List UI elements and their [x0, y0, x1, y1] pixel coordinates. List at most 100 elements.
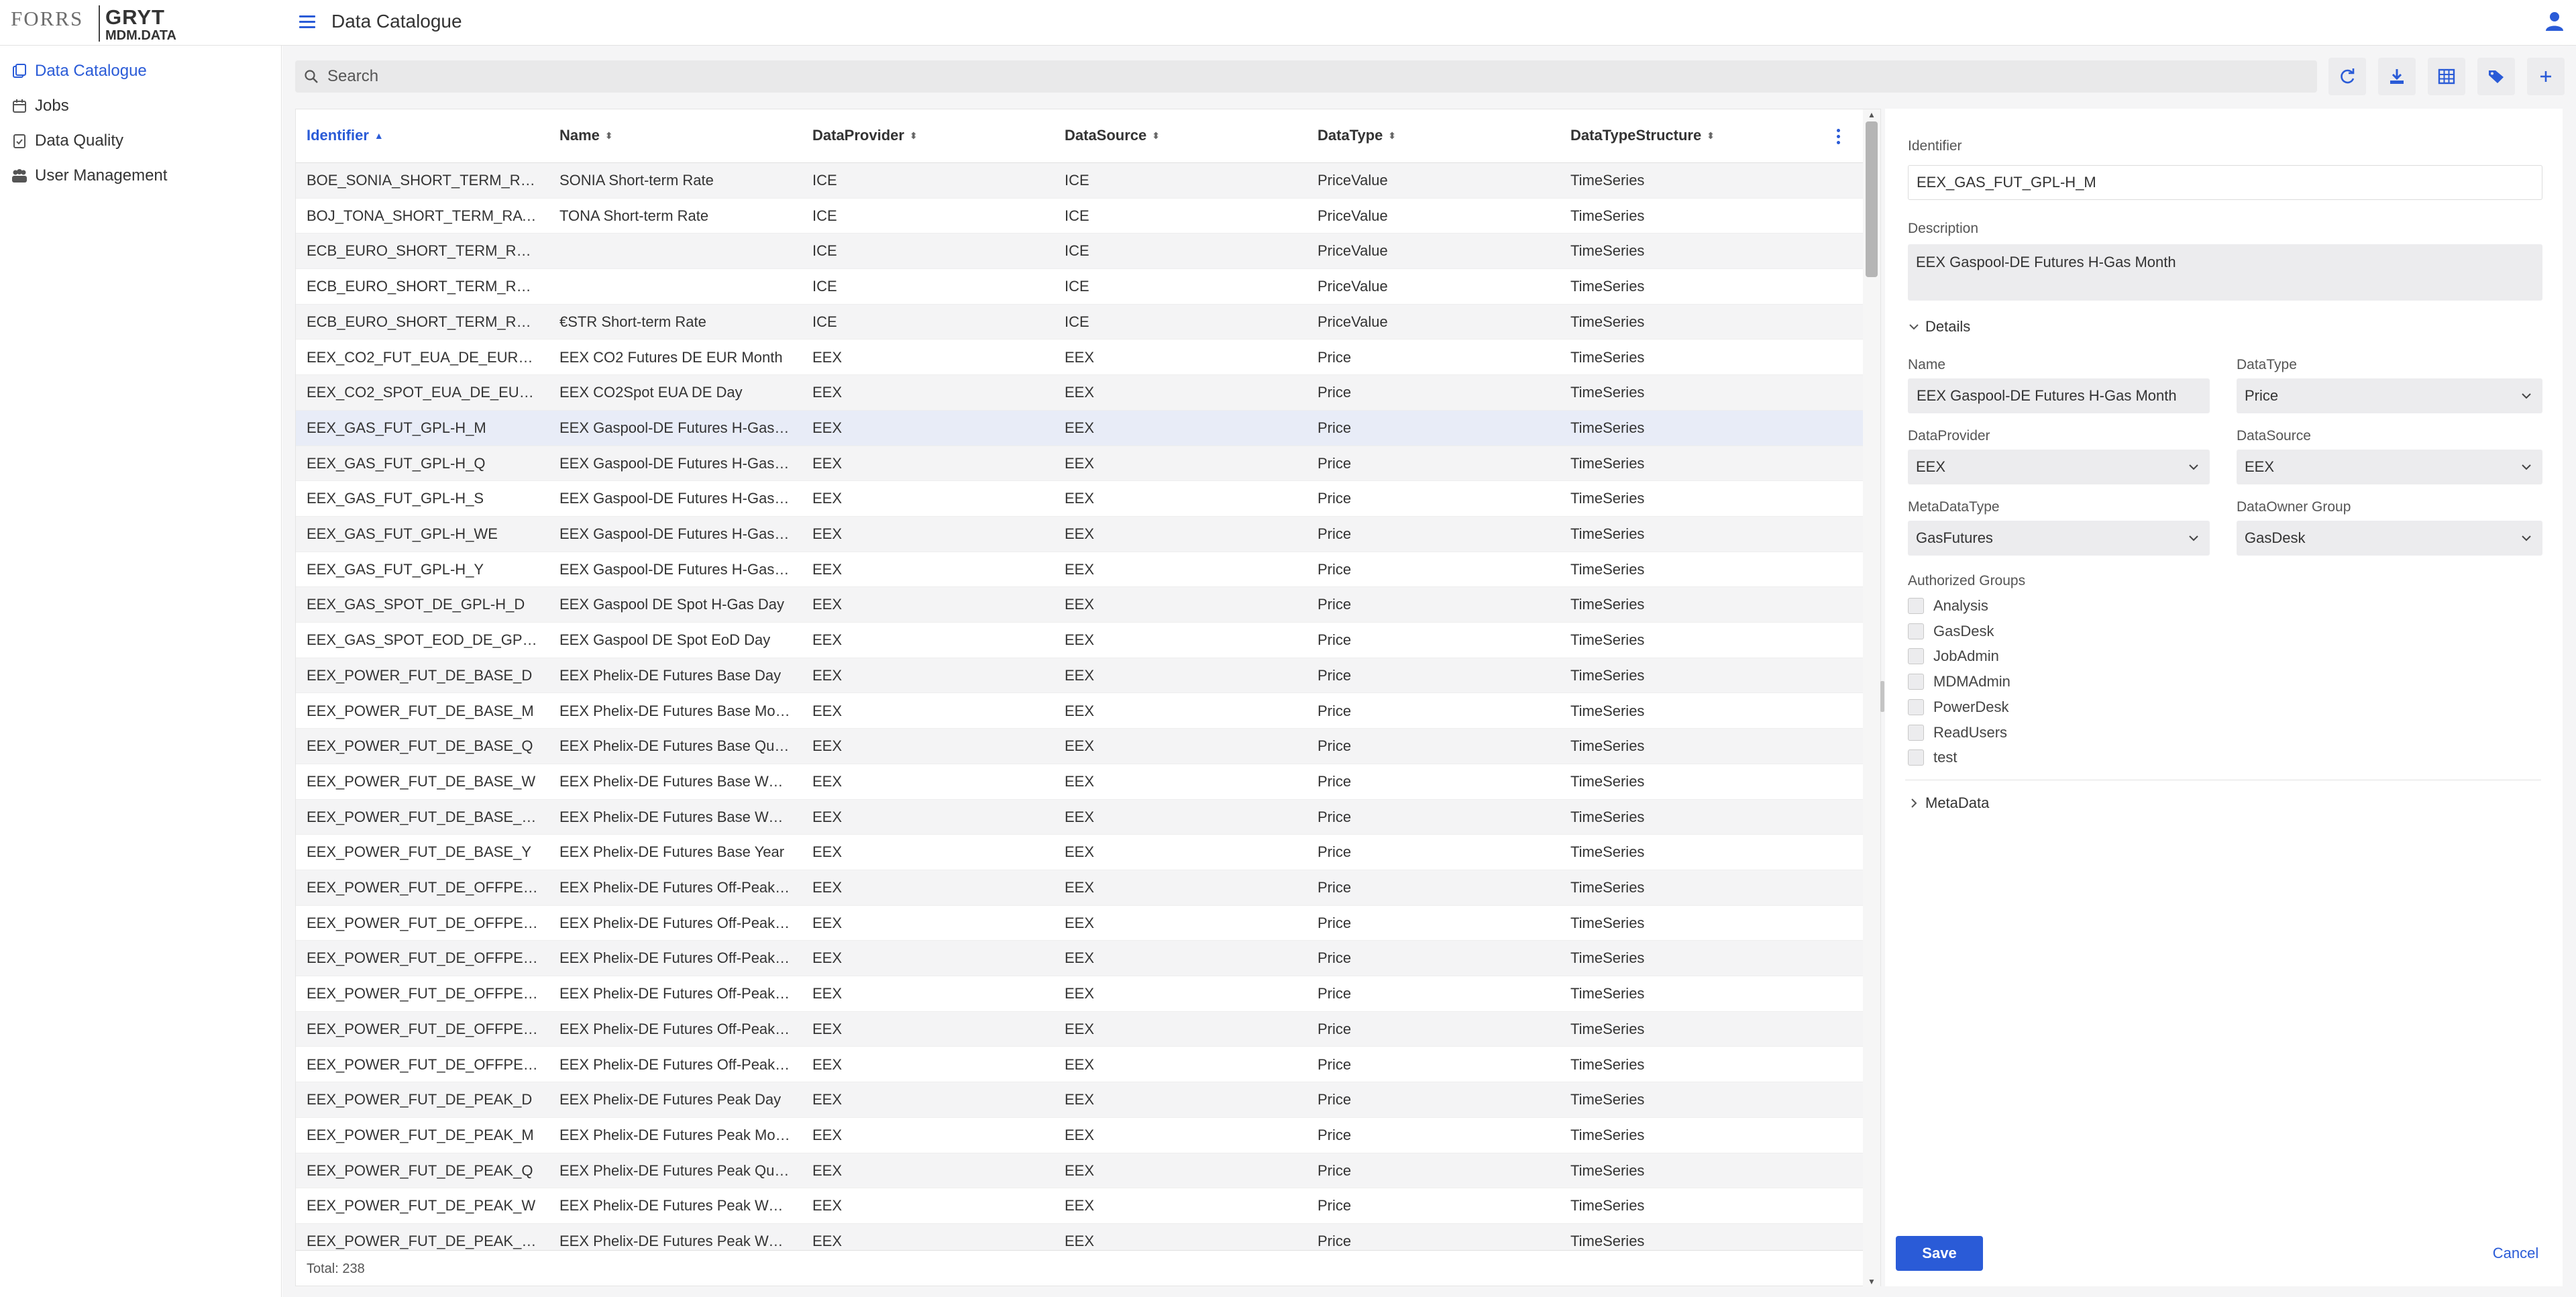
group-checkbox-row[interactable]: PowerDesk — [1908, 698, 2008, 716]
datatype-value: Price — [2245, 387, 2279, 404]
metadata-section-toggle[interactable]: MetaData — [1908, 794, 1989, 812]
table-row[interactable]: EEX_GAS_FUT_GPL-H_Y EEX Gaspool-DE Future… — [296, 552, 1863, 588]
hamburger-menu-icon[interactable] — [297, 12, 318, 34]
column-header-datatype[interactable]: DataType ⬍ — [1318, 127, 1396, 144]
checkbox[interactable] — [1908, 749, 1924, 766]
table-row[interactable]: EEX_POWER_FUT_DE_BASE_W EEX Phelix-DE Fut… — [296, 764, 1863, 800]
chevron-down-icon — [2522, 464, 2531, 470]
table-row[interactable]: EEX_POWER_FUT_DE_OFFPEAK_… EEX Phelix-DE … — [296, 1011, 1863, 1047]
group-checkbox-row[interactable]: ReadUsers — [1908, 724, 2007, 741]
table-row[interactable]: EEX_GAS_FUT_GPL-H_WE EEX Gaspool-DE Futur… — [296, 517, 1863, 552]
table-row[interactable]: EEX_POWER_FUT_DE_BASE_D EEX Phelix-DE Fut… — [296, 658, 1863, 694]
cell-identifier: EEX_POWER_FUT_DE_BASE_Q — [307, 737, 533, 755]
calendar-icon — [9, 96, 30, 116]
name-field[interactable]: EEX Gaspool-DE Futures H-Gas Month — [1908, 378, 2210, 413]
grid-view-button[interactable] — [2428, 58, 2465, 95]
table-row[interactable]: EEX_POWER_FUT_DE_BASE_Y EEX Phelix-DE Fut… — [296, 835, 1863, 870]
cell-datasource: ICE — [1065, 278, 1089, 295]
cell-dataprovider: EEX — [812, 348, 843, 366]
add-button[interactable] — [2527, 58, 2565, 95]
table-row[interactable]: EEX_POWER_FUT_DE_BASE_Q EEX Phelix-DE Fut… — [296, 729, 1863, 764]
group-checkbox-row[interactable]: JobAdmin — [1908, 647, 1999, 665]
cell-dataprovider: ICE — [812, 313, 837, 330]
column-header-datasource[interactable]: DataSource ⬍ — [1065, 127, 1160, 144]
checkbox[interactable] — [1908, 648, 1924, 665]
cell-datatype: Price — [1318, 384, 1352, 401]
sidebar-item-label: Data Catalogue — [35, 62, 147, 80]
cell-identifier: EEX_GAS_SPOT_DE_GPL-H_D — [307, 596, 525, 613]
table-row[interactable]: ECB_EURO_SHORT_TERM_RATE_… ICE ICE PriceVal… — [296, 269, 1863, 305]
checkbox[interactable] — [1908, 698, 1924, 715]
checkbox[interactable] — [1908, 598, 1924, 614]
group-checkbox-row[interactable]: MDMAdmin — [1908, 673, 2010, 690]
description-field[interactable]: EEX Gaspool-DE Futures H-Gas Month — [1908, 244, 2542, 301]
column-options-icon[interactable] — [1829, 124, 1847, 148]
table-row[interactable]: EEX_POWER_FUT_DE_PEAK_M EEX Phelix-DE Fut… — [296, 1118, 1863, 1153]
table-row[interactable]: BOJ_TONA_SHORT_TERM_RATE_D TONA Short-ter… — [296, 199, 1863, 234]
sidebar-item-jobs[interactable]: Jobs — [9, 93, 69, 119]
table-row[interactable]: EEX_POWER_FUT_DE_PEAK_D EEX Phelix-DE Fut… — [296, 1082, 1863, 1118]
column-header-identifier[interactable]: Identifier ▲ — [307, 127, 384, 144]
column-header-datatypestructure[interactable]: DataTypeStructure ⬍ — [1570, 127, 1715, 144]
table-row[interactable]: EEX_POWER_FUT_DE_PEAK_W EEX Phelix-DE Fut… — [296, 1188, 1863, 1224]
metadatatype-select[interactable]: GasFutures — [1908, 521, 2210, 556]
table-row[interactable]: EEX_POWER_FUT_DE_PEAK_Q EEX Phelix-DE Fut… — [296, 1153, 1863, 1189]
panel-resize-handle[interactable] — [1880, 681, 1884, 712]
table-row[interactable]: EEX_CO2_SPOT_EUA_DE_EUR_t_D EEX CO2Spot E… — [296, 375, 1863, 411]
table-row[interactable]: BOE_SONIA_SHORT_TERM_RAT… SONIA Short-ter… — [296, 163, 1863, 199]
refresh-button[interactable] — [2328, 58, 2366, 95]
cancel-button[interactable]: Cancel — [2482, 1236, 2549, 1271]
group-checkbox-row[interactable]: test — [1908, 749, 1957, 766]
details-section-toggle[interactable]: Details — [1908, 318, 1970, 335]
datasource-label: DataSource — [2237, 428, 2311, 444]
table-row[interactable]: EEX_CO2_FUT_EUA_DE_EUR_t_M EEX CO2 Future… — [296, 340, 1863, 376]
search-input[interactable] — [327, 67, 2273, 86]
table-row[interactable]: EEX_POWER_FUT_DE_OFFPEAK_W EEX Phelix-DE … — [296, 976, 1863, 1012]
table-row[interactable]: EEX_POWER_FUT_DE_OFFPEAK_Y EEX Phelix-DE … — [296, 1047, 1863, 1083]
checkbox[interactable] — [1908, 623, 1924, 639]
column-header-name[interactable]: Name ⬍ — [559, 127, 613, 144]
cell-identifier: BOE_SONIA_SHORT_TERM_RAT… — [307, 172, 538, 189]
table-row[interactable]: EEX_POWER_FUT_DE_OFFPEAK_D EEX Phelix-DE … — [296, 870, 1863, 906]
table-row[interactable]: EEX_POWER_FUT_DE_OFFPEAK_Q EEX Phelix-DE … — [296, 941, 1863, 977]
download-button[interactable] — [2378, 58, 2416, 95]
datatype-select[interactable]: Price — [2237, 378, 2542, 413]
tag-button[interactable] — [2477, 58, 2515, 95]
dataowner-select[interactable]: GasDesk — [2237, 521, 2542, 556]
column-header-dataprovider[interactable]: DataProvider ⬍ — [812, 127, 918, 144]
group-checkbox-row[interactable]: GasDesk — [1908, 623, 1994, 640]
checkbox[interactable] — [1908, 724, 1924, 741]
table-row[interactable]: ECB_EURO_SHORT_TERM_RATE_… ICE ICE PriceVal… — [296, 234, 1863, 270]
scrollbar-thumb[interactable] — [1866, 121, 1878, 277]
table-row[interactable]: EEX_GAS_FUT_GPL-H_M EEX Gaspool-DE Future… — [296, 410, 1863, 446]
cell-datasource: EEX — [1065, 419, 1095, 436]
sidebar-item-data-quality[interactable]: Data Quality — [9, 127, 123, 154]
sidebar-item-data-catalogue[interactable]: Data Catalogue — [9, 58, 147, 85]
cell-datatype: Price — [1318, 1126, 1352, 1143]
table-row[interactable]: EEX_POWER_FUT_DE_PEAK_WE EEX Phelix-DE Fu… — [296, 1224, 1863, 1250]
scroll-up-icon[interactable]: ▲ — [1867, 111, 1876, 119]
table-row[interactable]: ECB_EURO_SHORT_TERM_RATE_D €STR Short-ter… — [296, 304, 1863, 340]
table-row[interactable]: EEX_GAS_SPOT_DE_GPL-H_D EEX Gaspool DE Sp… — [296, 587, 1863, 623]
cell-datasource: EEX — [1065, 490, 1095, 507]
table-row[interactable]: EEX_GAS_FUT_GPL-H_Q EEX Gaspool-DE Future… — [296, 446, 1863, 482]
table-row[interactable]: EEX_POWER_FUT_DE_OFFPEAK_M EEX Phelix-DE … — [296, 906, 1863, 941]
cell-datasource: ICE — [1065, 207, 1089, 224]
group-checkbox-row[interactable]: Analysis — [1908, 597, 1988, 615]
table-row[interactable]: EEX_GAS_SPOT_EOD_DE_GPL_D EEX Gaspool DE … — [296, 623, 1863, 658]
table-row[interactable]: EEX_POWER_FUT_DE_BASE_M EEX Phelix-DE Fut… — [296, 694, 1863, 729]
dataprovider-select[interactable]: EEX — [1908, 450, 2210, 484]
sidebar-item-user-management[interactable]: User Management — [9, 162, 167, 189]
table-scrollbar[interactable]: ▲ ▼ — [1863, 109, 1880, 1287]
scroll-down-icon[interactable]: ▼ — [1867, 1278, 1876, 1286]
table-row[interactable]: EEX_GAS_FUT_GPL-H_S EEX Gaspool-DE Future… — [296, 481, 1863, 517]
cell-dataprovider: EEX — [812, 1126, 843, 1143]
save-button[interactable]: Save — [1896, 1236, 1983, 1271]
checkbox[interactable] — [1908, 674, 1924, 690]
table-row[interactable]: EEX_POWER_FUT_DE_BASE_WE EEX Phelix-DE Fu… — [296, 799, 1863, 835]
cell-name: EEX Phelix-DE Futures Peak Week — [559, 1197, 791, 1214]
datasource-select[interactable]: EEX — [2237, 450, 2542, 484]
logo-forrs: FORRS — [11, 7, 84, 30]
user-account-icon[interactable] — [2542, 9, 2567, 34]
identifier-field[interactable]: EEX_GAS_FUT_GPL-H_M — [1908, 165, 2542, 200]
